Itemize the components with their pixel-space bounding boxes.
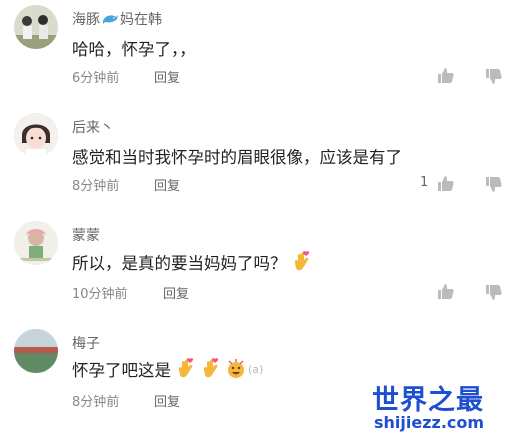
- comment-text-content: 怀孕了吧这是: [72, 361, 171, 380]
- thumbs-down-icon[interactable]: [484, 174, 504, 194]
- celebration-emoji-icon: [226, 358, 246, 380]
- blessing-hand-emoji-icon: [201, 358, 221, 380]
- reply-button[interactable]: 回复: [163, 283, 189, 302]
- comment-text: 怀孕了吧这是 (a): [72, 357, 263, 381]
- avatar[interactable]: [14, 221, 58, 265]
- site-watermark: 世界之最 shijiezz.com: [372, 378, 512, 436]
- watermark-title: 世界之最: [372, 385, 484, 416]
- watermark-url: shijiezz.com: [374, 413, 485, 432]
- thumbs-down-icon[interactable]: [484, 282, 504, 302]
- comment-item: 梅子 怀孕了吧这是 (a) 8分钟前 回复: [0, 0, 517, 410]
- blessing-hand-emoji-icon: [292, 251, 312, 273]
- comment-text: 感觉和当时我怀孕时的眉眼很像，应该是有了: [72, 148, 402, 167]
- avatar[interactable]: [14, 113, 58, 157]
- reply-button[interactable]: 回复: [154, 175, 180, 194]
- username[interactable]: 蒙蒙: [72, 225, 100, 245]
- watermark-fragment: (a): [248, 362, 264, 376]
- blessing-hand-emoji-icon: [176, 358, 196, 380]
- username[interactable]: 后来丶: [72, 117, 114, 137]
- avatar[interactable]: [14, 329, 58, 373]
- comment-time: 10分钟前: [72, 287, 128, 302]
- thumbs-up-icon[interactable]: [436, 282, 456, 302]
- comment-time: 8分钟前: [72, 179, 120, 194]
- comment-time: 8分钟前: [72, 395, 120, 410]
- like-count: 1: [420, 175, 429, 190]
- reply-button[interactable]: 回复: [154, 391, 180, 410]
- username[interactable]: 梅子: [72, 333, 100, 353]
- thumbs-up-icon[interactable]: [436, 174, 456, 194]
- comment-text-content: 所以，是真的要当妈妈了吗？: [72, 254, 287, 273]
- comment-text: 所以，是真的要当妈妈了吗？: [72, 250, 312, 274]
